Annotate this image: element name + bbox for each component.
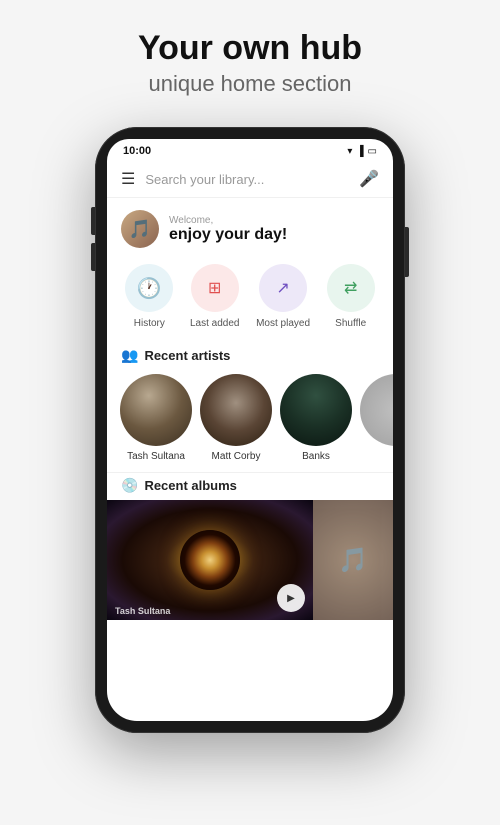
welcome-message: enjoy your day! — [169, 226, 287, 244]
avatar: 🎵 — [121, 210, 159, 248]
last-added-circle: ⊞ — [191, 264, 239, 312]
shuffle-circle: ⇄ — [327, 264, 375, 312]
most-played-circle: ↗ — [259, 264, 307, 312]
mic-icon[interactable]: 🎤 — [359, 169, 379, 189]
welcome-greeting: Welcome, — [169, 215, 287, 226]
artist-avatar-tash — [120, 374, 192, 446]
quick-action-most-played[interactable]: ↗ Most played — [256, 264, 310, 329]
phone-screen: ☰ Search your library... 🎤 🎵 Welcome, en… — [107, 161, 393, 721]
shuffle-icon: ⇄ — [344, 278, 357, 298]
quick-action-last-added[interactable]: ⊞ Last added — [190, 264, 240, 329]
header-section: Your own hub unique home section — [0, 0, 500, 117]
artist-avatar-matt — [200, 374, 272, 446]
history-icon: 🕐 — [137, 276, 162, 301]
artist-item-matt[interactable]: Matt Corby — [201, 374, 271, 462]
album-label-main: Tash Sultana — [115, 606, 170, 616]
artist-name-tash: Tash Sultana — [127, 451, 185, 462]
main-title: Your own hub — [20, 30, 480, 67]
album-strip: ▶ Tash Sultana 🎵 — [107, 500, 393, 620]
quick-actions: 🕐 History ⊞ Last added ↗ Most played — [107, 258, 393, 339]
status-icons: ▾ ▐ ▭ — [347, 146, 377, 157]
artist-name-matt: Matt Corby — [212, 451, 261, 462]
history-label: History — [134, 318, 165, 329]
history-circle: 🕐 — [125, 264, 173, 312]
shuffle-label: Shuffle — [335, 318, 366, 329]
artist-name-banks: Banks — [302, 451, 330, 462]
side-button-volume-up — [91, 207, 95, 235]
hamburger-icon[interactable]: ☰ — [121, 169, 135, 189]
phone-mockup: 10:00 ▾ ▐ ▭ ☰ Search your library... 🎤 🎵… — [95, 127, 405, 733]
sub-title: unique home section — [20, 71, 480, 97]
artist-avatar-banks — [280, 374, 352, 446]
album-thumb-secondary[interactable]: 🎵 — [313, 500, 393, 620]
status-bar: 10:00 ▾ ▐ ▭ — [107, 139, 393, 161]
side-button-volume-down — [91, 243, 95, 271]
phone-outer: 10:00 ▾ ▐ ▭ ☰ Search your library... 🎤 🎵… — [95, 127, 405, 733]
artist-item-partial[interactable] — [361, 374, 393, 462]
recent-albums-header: 💿 Recent albums — [107, 472, 393, 500]
album-eye-visual — [180, 530, 240, 590]
recent-artists-header: 👥 Recent artists — [107, 339, 393, 370]
last-added-icon: ⊞ — [208, 278, 221, 298]
wifi-icon: ▾ — [347, 146, 352, 157]
artist-avatar-partial — [360, 374, 393, 446]
side-button-power — [405, 227, 409, 277]
quick-action-history[interactable]: 🕐 History — [125, 264, 173, 329]
most-played-icon: ↗ — [276, 278, 289, 298]
recent-artists-title: Recent artists — [144, 348, 230, 363]
battery-icon: ▭ — [368, 146, 377, 157]
welcome-text-block: Welcome, enjoy your day! — [169, 215, 287, 244]
welcome-section: 🎵 Welcome, enjoy your day! — [107, 198, 393, 258]
recent-artists-icon: 👥 — [121, 347, 138, 364]
signal-icon: ▐ — [356, 146, 363, 157]
status-time: 10:00 — [123, 145, 151, 157]
artist-item-tash[interactable]: Tash Sultana — [121, 374, 191, 462]
most-played-label: Most played — [256, 318, 310, 329]
last-added-label: Last added — [190, 318, 240, 329]
artists-row: Tash Sultana Matt Corby Banks — [107, 370, 393, 472]
recent-albums-icon: 💿 — [121, 477, 138, 494]
recent-albums-title: Recent albums — [144, 478, 236, 493]
album-thumb-main[interactable]: ▶ Tash Sultana — [107, 500, 313, 620]
search-input[interactable]: Search your library... — [145, 172, 359, 187]
artist-item-banks[interactable]: Banks — [281, 374, 351, 462]
quick-action-shuffle[interactable]: ⇄ Shuffle — [327, 264, 375, 329]
search-bar[interactable]: ☰ Search your library... 🎤 — [107, 161, 393, 198]
